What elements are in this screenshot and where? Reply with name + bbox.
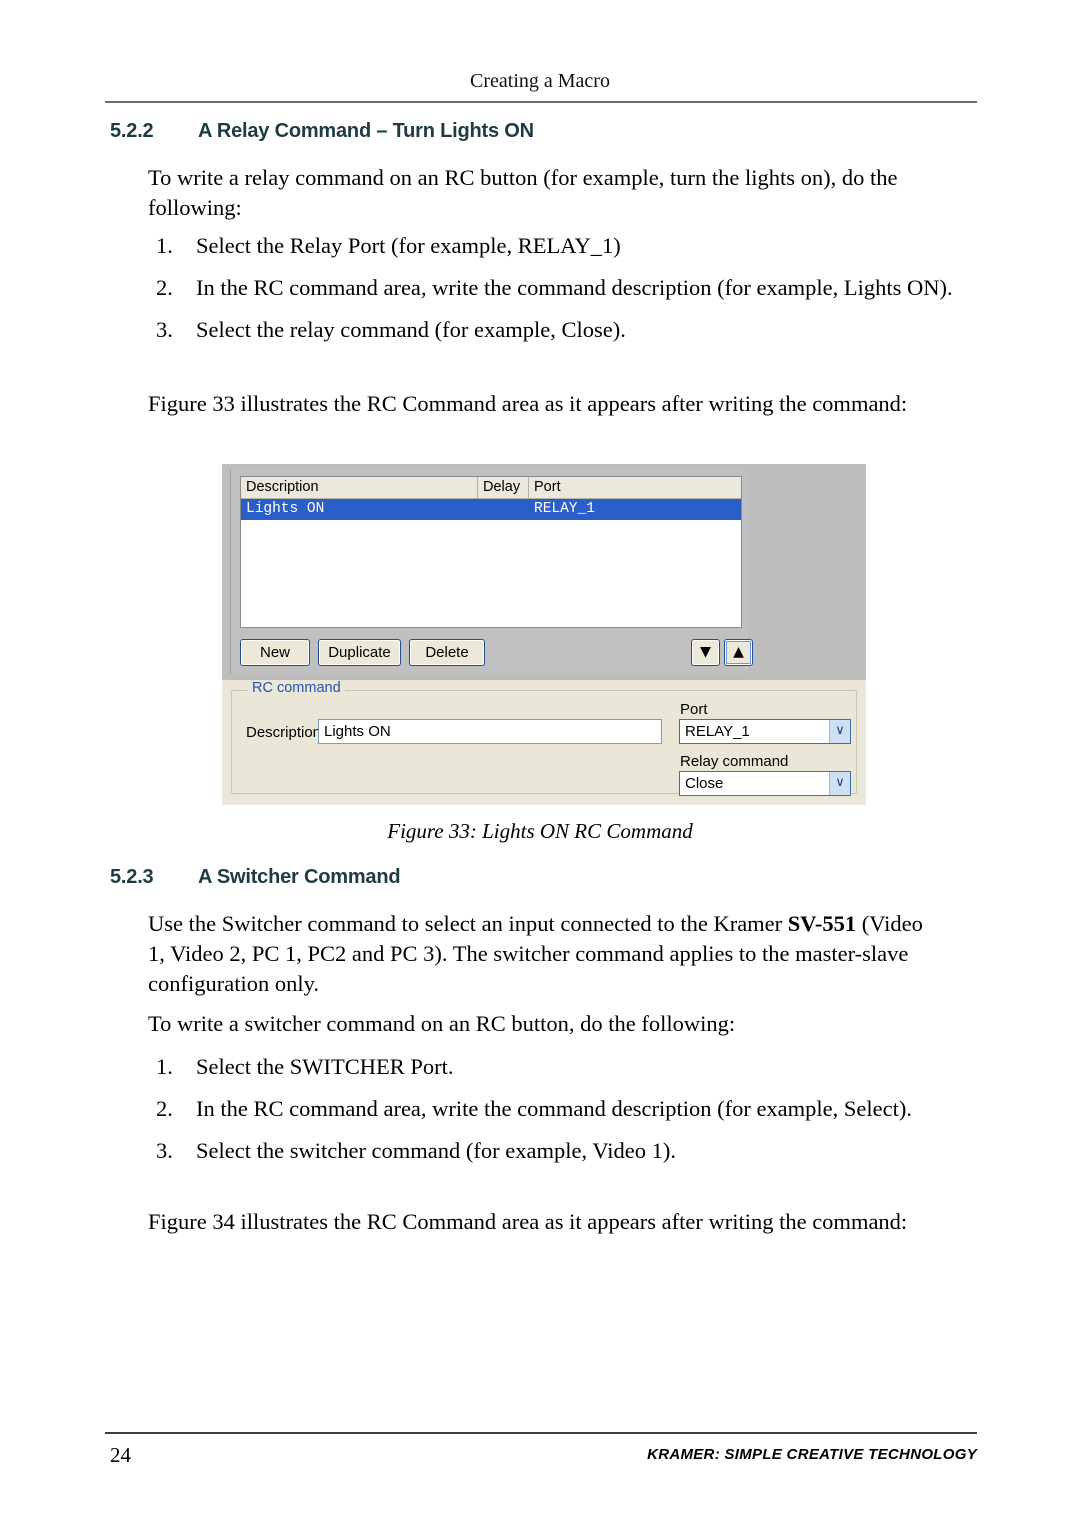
description-input[interactable]: Lights ON — [318, 719, 662, 744]
command-list-view[interactable]: Description Delay Port Lights ON RELAY_1 — [240, 476, 742, 628]
relay-command-select[interactable]: Close ∨ — [679, 771, 851, 796]
relay-command-selected-value: Close — [685, 775, 724, 792]
command-list-container: Description Delay Port Lights ON RELAY_1… — [230, 469, 753, 674]
column-header-port[interactable]: Port — [529, 477, 741, 498]
switcher-steps-list: 1. Select the SWITCHER Port. 2. In the R… — [148, 1052, 948, 1178]
list-item-text: Select the switcher command (for example… — [196, 1138, 676, 1163]
footer-divider — [105, 1432, 977, 1434]
section-heading-5-2-3: 5.2.3 A Switcher Command — [110, 866, 401, 889]
cell-port: RELAY_1 — [534, 501, 595, 517]
rc-command-group-label: RC command — [248, 680, 345, 696]
rc-command-panel: RC command Description Lights ON Port RE… — [222, 680, 866, 805]
section-title: A Relay Command – Turn Lights ON — [198, 120, 534, 142]
list-item-text: In the RC command area, write the comman… — [196, 1096, 913, 1121]
list-header-row: Description Delay Port — [241, 477, 741, 499]
figure-33-lead-paragraph: Figure 33 illustrates the RC Command are… — [148, 391, 908, 416]
running-header-title: Creating a Macro — [470, 70, 610, 92]
column-header-description[interactable]: Description — [241, 477, 478, 498]
list-item: 1. Select the Relay Port (for example, R… — [148, 231, 983, 261]
chevron-down-icon: ∨ — [835, 723, 845, 738]
figure-34-lead-paragraph: Figure 34 illustrates the RC Command are… — [148, 1209, 908, 1234]
footer-tagline: KRAMER: SIMPLE CREATIVE TECHNOLOGY — [647, 1446, 977, 1463]
list-item-text: Select the relay command (for example, C… — [196, 317, 626, 342]
list-item-text: Select the Relay Port (for example, RELA… — [196, 233, 621, 258]
document-page: Creating a Macro 5.2.2 A Relay Command – … — [0, 0, 1080, 1529]
list-marker: 2. — [156, 1096, 173, 1121]
cell-description: Lights ON — [246, 501, 325, 517]
switcher-lead-paragraph: To write a switcher command on an RC but… — [148, 1011, 736, 1036]
new-button[interactable]: New — [240, 639, 310, 666]
list-button-row: New Duplicate Delete ▼ ▲ — [240, 639, 753, 667]
chevron-down-icon: ∨ — [835, 775, 845, 790]
triangle-up-icon: ▲ — [733, 644, 744, 660]
port-select[interactable]: RELAY_1 ∨ — [679, 719, 851, 744]
triangle-down-icon: ▼ — [700, 644, 711, 660]
table-row[interactable]: Lights ON RELAY_1 — [241, 499, 741, 520]
model-name: SV-551 — [787, 911, 857, 936]
port-selected-value: RELAY_1 — [685, 723, 750, 740]
list-item: 2. In the RC command area, write the com… — [148, 1094, 948, 1124]
macro-list-panel: Description Delay Port Lights ON RELAY_1… — [222, 464, 866, 680]
relay-command-label: Relay command — [680, 753, 789, 770]
delete-button[interactable]: Delete — [409, 639, 485, 666]
section-number: 5.2.2 — [110, 120, 154, 142]
relay-command-dropdown-button[interactable]: ∨ — [829, 772, 850, 795]
cell-delay — [478, 499, 529, 520]
rc-command-groupbox: RC command Description Lights ON Port RE… — [231, 680, 857, 796]
port-dropdown-button[interactable]: ∨ — [829, 720, 850, 743]
figure-33-caption: Figure 33: Lights ON RC Command — [387, 819, 693, 843]
list-item-text: Select the SWITCHER Port. — [196, 1054, 454, 1079]
figure-33-screenshot: Description Delay Port Lights ON RELAY_1… — [222, 464, 866, 805]
relay-steps-list: 1. Select the Relay Port (for example, R… — [148, 231, 983, 357]
section-heading-5-2-2: 5.2.2 A Relay Command – Turn Lights ON — [110, 120, 534, 143]
page-number: 24 — [110, 1443, 131, 1467]
duplicate-button[interactable]: Duplicate — [318, 639, 401, 666]
switcher-intro-part1: Use the Switcher command to select an in… — [148, 911, 788, 936]
switcher-intro-paragraph: Use the Switcher command to select an in… — [148, 909, 938, 999]
list-item: 3. Select the switcher command (for exam… — [148, 1136, 948, 1166]
move-down-button[interactable]: ▼ — [691, 639, 720, 666]
column-header-delay[interactable]: Delay — [478, 477, 529, 498]
list-item: 3. Select the relay command (for example… — [148, 315, 983, 345]
section-title: A Switcher Command — [198, 866, 401, 888]
description-label: Description — [246, 724, 322, 741]
list-item: 1. Select the SWITCHER Port. — [148, 1052, 948, 1082]
relay-intro-paragraph: To write a relay command on an RC button… — [148, 165, 898, 220]
list-marker: 3. — [156, 1138, 173, 1163]
section-number: 5.2.3 — [110, 866, 154, 888]
list-marker: 3. — [156, 317, 173, 342]
list-item: 2. In the RC command area, write the com… — [148, 273, 983, 303]
move-up-button[interactable]: ▲ — [724, 639, 753, 666]
list-marker: 2. — [156, 275, 173, 300]
list-marker: 1. — [156, 1054, 173, 1079]
list-item-text: In the RC command area, write the comman… — [196, 275, 953, 300]
header-divider — [105, 101, 977, 103]
list-marker: 1. — [156, 233, 173, 258]
port-label: Port — [680, 701, 708, 718]
